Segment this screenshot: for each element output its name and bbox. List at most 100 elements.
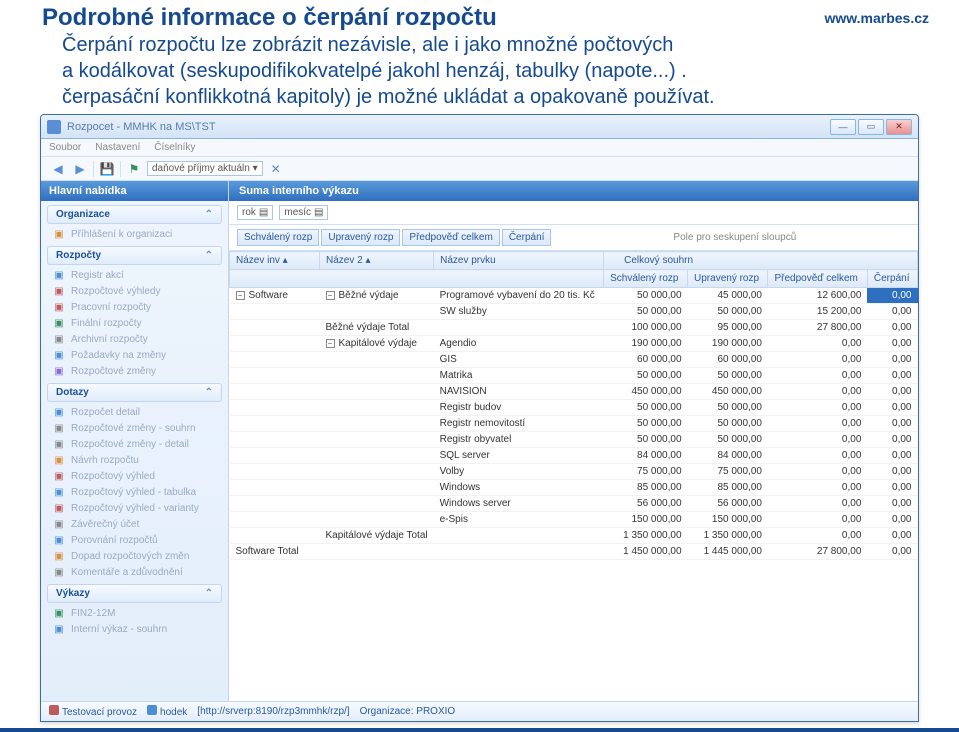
item-label: Pracovní rozpočty — [71, 302, 151, 313]
sidebar-item[interactable]: ▣Příhlášení k organizaci — [41, 226, 228, 242]
table-row[interactable]: Běžné výdaje Total100 000,0095 000,0027 … — [230, 320, 918, 336]
sidebar-item[interactable]: ▣Pracovní rozpočty — [41, 299, 228, 315]
item-label: Rozpočtové výhledy — [71, 286, 161, 297]
table-row[interactable]: Windows server56 000,0056 000,000,000,00 — [230, 496, 918, 512]
sidebar-item[interactable]: ▣Komentáře a zdůvodnění — [41, 564, 228, 580]
col-predpoved[interactable]: Předpověď celkem — [768, 270, 867, 288]
cell-u: 50 000,00 — [688, 432, 768, 448]
col-nazev2[interactable]: Název 2 ▴ — [320, 252, 434, 270]
col-cerpani[interactable]: Čerpání — [867, 270, 917, 288]
cell-n2 — [320, 496, 434, 512]
table-row[interactable]: e-Spis150 000,00150 000,000,000,00 — [230, 512, 918, 528]
clear-icon[interactable]: ▤ — [314, 207, 323, 218]
cell-s: 1 350 000,00 — [604, 528, 688, 544]
clear-icon[interactable]: ▤ — [259, 207, 268, 218]
toolbar: ◀ ▶ 💾 ⚑ daňové příjmy aktuáln ▾ ✕ — [41, 157, 918, 181]
tool-delete-icon[interactable]: ✕ — [267, 160, 285, 178]
cell-p: 27 800,00 — [768, 320, 867, 336]
dropdown-icon: ▾ — [253, 163, 258, 174]
item-icon: ▣ — [53, 438, 65, 450]
sidebar-item[interactable]: ▣Archivní rozpočty — [41, 331, 228, 347]
table-row[interactable]: SW služby50 000,0050 000,0015 200,000,00 — [230, 304, 918, 320]
menu-soubor[interactable]: Soubor — [49, 142, 81, 153]
accordion-rozpocty[interactable]: Rozpočty⌃ — [47, 246, 222, 265]
cell-c: 0,00 — [867, 304, 917, 320]
sidebar-item[interactable]: ▣Dopad rozpočtových změn — [41, 548, 228, 564]
cell-prvek: Windows server — [434, 496, 604, 512]
menu-nastaveni[interactable]: Nastavení — [95, 142, 140, 153]
cell-prvek: Volby — [434, 464, 604, 480]
accordion-vykazy[interactable]: Výkazy⌃ — [47, 584, 222, 603]
accordion-organizace[interactable]: Organizace⌃ — [47, 205, 222, 224]
cell-s: 50 000,00 — [604, 288, 688, 304]
tool-fwd-icon[interactable]: ▶ — [71, 160, 89, 178]
table-row[interactable]: NAVISION450 000,00450 000,000,000,00 — [230, 384, 918, 400]
data-grid[interactable]: Název inv ▴ Název 2 ▴ Název prvku Celkov… — [229, 251, 918, 560]
table-row[interactable]: SQL server84 000,0084 000,000,000,00 — [230, 448, 918, 464]
left-panel: Hlavní nabídka Organizace⌃ ▣Příhlášení k… — [41, 181, 229, 701]
sidebar-item[interactable]: ▣Závěrečný účet — [41, 516, 228, 532]
slide-body: Čerpání rozpočtu lze zobrázit nezávisle,… — [0, 32, 959, 112]
sidebar-item[interactable]: ▣Požadavky na změny — [41, 347, 228, 363]
sidebar-item[interactable]: ▣FIN2-12M — [41, 605, 228, 621]
table-row[interactable]: Registr nemovitostí50 000,0050 000,000,0… — [230, 416, 918, 432]
filter-mesic[interactable]: mesíc ▤ — [279, 205, 328, 220]
sidebar-item[interactable]: ▣Rozpočtové změny - detail — [41, 436, 228, 452]
sidebar-item[interactable]: ▣Návrh rozpočtu — [41, 452, 228, 468]
col-nazev-prvku[interactable]: Název prvku — [434, 252, 604, 270]
sidebar-item[interactable]: ▣Rozpočtový výhled — [41, 468, 228, 484]
cell-c: 0,00 — [867, 336, 917, 352]
sidebar-item[interactable]: ▣Rozpočtový výhled - varianty — [41, 500, 228, 516]
grid-container[interactable]: Název inv ▴ Název 2 ▴ Název prvku Celkov… — [229, 251, 918, 701]
minimize-button[interactable]: — — [830, 119, 856, 135]
table-row[interactable]: Registr budov50 000,0050 000,000,000,00 — [230, 400, 918, 416]
tool-filter-icon[interactable]: ⚑ — [125, 160, 143, 178]
close-button[interactable]: ✕ — [886, 119, 912, 135]
sidebar-item[interactable]: ▣Rozpočtový výhled - tabulka — [41, 484, 228, 500]
item-icon: ▣ — [53, 454, 65, 466]
accordion-dotazy[interactable]: Dotazy⌃ — [47, 383, 222, 402]
table-row[interactable]: −Kapitálové výdajeAgendio190 000,00190 0… — [230, 336, 918, 352]
tool-back-icon[interactable]: ◀ — [49, 160, 67, 178]
sidebar-item[interactable]: ▣Rozpočet detail — [41, 404, 228, 420]
col-schvaleny[interactable]: Schválený rozp — [604, 270, 688, 288]
sidebar-item[interactable]: ▣Rozpočtové změny - souhrn — [41, 420, 228, 436]
toolbar-search[interactable]: daňové příjmy aktuáln ▾ — [147, 161, 263, 176]
cell-c: 0,00 — [867, 288, 917, 304]
cell-inv — [230, 464, 320, 480]
table-row[interactable]: Matrika50 000,0050 000,000,000,00 — [230, 368, 918, 384]
cell-prvek: SQL server — [434, 448, 604, 464]
chip-upraveny[interactable]: Upravený rozp — [321, 229, 400, 246]
grouping-hint: Pole pro seskupení sloupců — [553, 232, 910, 243]
table-row[interactable]: GIS60 000,0060 000,000,000,00 — [230, 352, 918, 368]
sidebar-item[interactable]: ▣Rozpočtové změny — [41, 363, 228, 379]
sidebar-item[interactable]: ▣Rozpočtové výhledy — [41, 283, 228, 299]
table-row[interactable]: Kapitálové výdaje Total1 350 000,001 350… — [230, 528, 918, 544]
table-row[interactable]: −Software−Běžné výdajeProgramové vybaven… — [230, 288, 918, 304]
cell-prvek: GIS — [434, 352, 604, 368]
cell-c: 0,00 — [867, 432, 917, 448]
chip-cerpani[interactable]: Čerpání — [502, 229, 552, 246]
filter-rok[interactable]: rok ▤ — [237, 205, 273, 220]
menu-ciselniky[interactable]: Číselníky — [154, 142, 195, 153]
table-row[interactable]: Software Total1 450 000,001 445 000,0027… — [230, 544, 918, 560]
chip-schvaleny[interactable]: Schválený rozp — [237, 229, 319, 246]
cell-p: 0,00 — [768, 432, 867, 448]
col-upraveny[interactable]: Upravený rozp — [688, 270, 768, 288]
tool-save-icon[interactable]: 💾 — [98, 160, 116, 178]
cell-s: 50 000,00 — [604, 400, 688, 416]
cell-n2: −Běžné výdaje — [320, 288, 434, 304]
table-row[interactable]: Volby75 000,0075 000,000,000,00 — [230, 464, 918, 480]
chip-predpoved[interactable]: Předpověď celkem — [402, 229, 499, 246]
table-row[interactable]: Registr obyvatel50 000,0050 000,000,000,… — [230, 432, 918, 448]
col-nazev-inv[interactable]: Název inv ▴ — [230, 252, 320, 270]
table-row[interactable]: Windows85 000,0085 000,000,000,00 — [230, 480, 918, 496]
sidebar-item[interactable]: ▣Registr akcí — [41, 267, 228, 283]
titlebar[interactable]: Rozpocet - MMHK na MS\TST — ▭ ✕ — [41, 115, 918, 139]
sidebar-item[interactable]: ▣Finální rozpočty — [41, 315, 228, 331]
sidebar-item[interactable]: ▣Porovnání rozpočtů — [41, 532, 228, 548]
maximize-button[interactable]: ▭ — [858, 119, 884, 135]
cell-p: 0,00 — [768, 416, 867, 432]
item-label: Rozpočtový výhled - varianty — [71, 503, 199, 514]
sidebar-item[interactable]: ▣Interní výkaz - souhrn — [41, 621, 228, 637]
